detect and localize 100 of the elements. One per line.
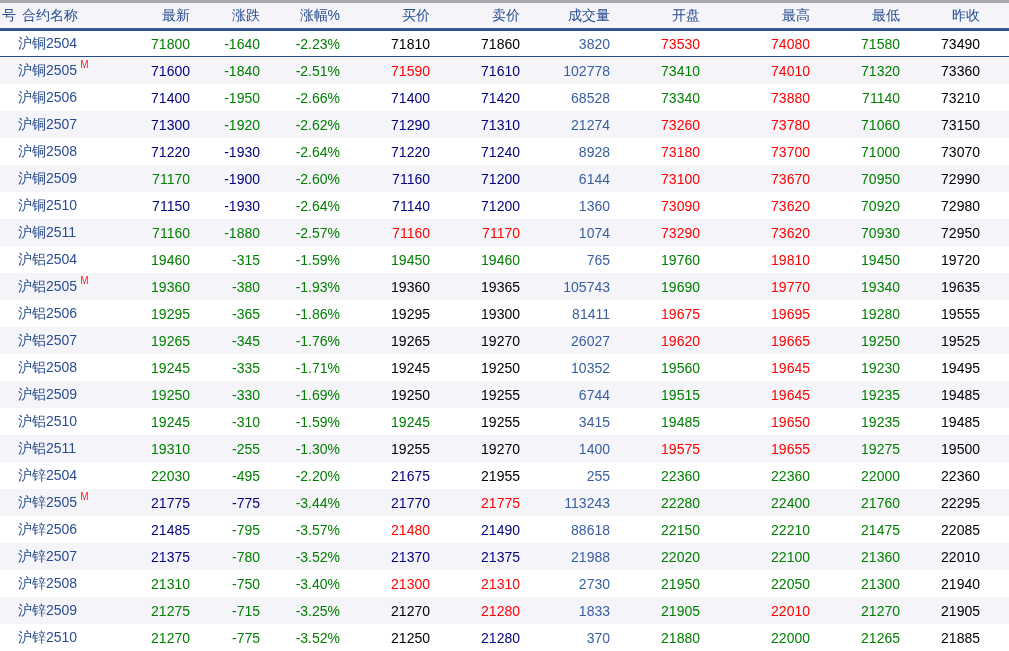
contract-name: 沪铜2505 (18, 61, 78, 80)
column-header[interactable]: 最高 (782, 6, 810, 25)
column-header[interactable]: 涨幅% (299, 6, 340, 25)
table-cell: 21300 (391, 575, 430, 592)
table-row[interactable]: 沪铝2505 M 19360 -380 -1.93% 19360 19365 105743 19690 19770 19340 19635 (0, 273, 1009, 300)
table-cell: 1360 (578, 197, 610, 214)
table-row[interactable]: 沪铜2505 M 71600 -1840 -2.51% 71590 71610 102778 73410 74010 71320 73360 (0, 57, 1009, 84)
table-cell: -380 (231, 278, 260, 295)
contract-name: 沪锌2508 (18, 574, 78, 593)
table-cell: 19650 (771, 413, 810, 430)
table-cell: 73780 (771, 116, 810, 133)
table-cell: 21988 (571, 548, 610, 565)
table-cell: 71310 (481, 116, 520, 133)
table-cell: 1833 (578, 602, 610, 619)
table-cell: -345 (231, 332, 260, 349)
table-cell: 21280 (481, 602, 520, 619)
table-cell: -330 (231, 386, 260, 403)
table-cell: -1.30% (295, 440, 340, 457)
column-header[interactable]: 开盘 (672, 6, 700, 25)
contract-name: 沪锌2504 (18, 466, 78, 485)
table-row[interactable]: 沪铝2509 19250 -330 -1.69% 19250 19255 6744 19515 19645 19235 19485 (0, 381, 1009, 408)
column-header[interactable]: 昨收 (952, 6, 980, 25)
table-row[interactable]: 沪铝2507 19265 -345 -1.76% 19265 19270 26027 19620 19665 19250 19525 (0, 327, 1009, 354)
table-cell: 73700 (771, 143, 810, 160)
table-cell: 22100 (771, 548, 810, 565)
table-cell: 19645 (771, 386, 810, 403)
table-cell: -255 (231, 440, 260, 457)
table-cell: 81411 (572, 305, 610, 322)
table-cell: 72980 (941, 197, 980, 214)
table-cell: 73410 (661, 62, 700, 79)
contract-name: 沪铜2506 (18, 88, 78, 107)
table-cell: 71140 (392, 197, 430, 214)
table-cell: 73260 (661, 116, 700, 133)
table-cell: 71170 (482, 224, 520, 241)
table-cell: -2.62% (295, 116, 340, 133)
table-cell: 21310 (481, 575, 520, 592)
column-header[interactable]: 最低 (872, 6, 900, 25)
table-cell: 22010 (771, 602, 810, 619)
table-row[interactable]: 沪铜2509 71170 -1900 -2.60% 71160 71200 6144 73100 73670 70950 72990 (0, 165, 1009, 192)
table-cell: 19450 (391, 251, 430, 268)
table-cell: -775 (231, 629, 260, 646)
column-header[interactable]: 涨跌 (232, 6, 260, 25)
table-cell: 19495 (941, 359, 980, 376)
table-row[interactable]: 沪锌2509 21275 -715 -3.25% 21270 21280 1833 21905 22010 21270 21905 (0, 597, 1009, 624)
table-cell: 88618 (571, 521, 610, 538)
table-row[interactable]: 沪铜2504 71800 -1640 -2.23% 71810 71860 3820 73530 74080 71580 73490 (0, 30, 1009, 57)
table-cell: 72950 (941, 224, 980, 241)
column-header[interactable]: 合约名称 (16, 6, 78, 25)
table-cell: 21905 (661, 602, 700, 619)
table-cell: 70930 (861, 224, 900, 241)
column-header[interactable]: 买价 (402, 6, 430, 25)
table-cell: 73290 (661, 224, 700, 241)
table-cell: -3.40% (295, 575, 340, 592)
table-cell: 71300 (151, 116, 190, 133)
main-contract-label: M (80, 491, 89, 502)
table-cell: 71160 (392, 170, 430, 187)
table-cell: 21265 (861, 629, 900, 646)
table-cell: -365 (231, 305, 260, 322)
table-cell: -3.57% (295, 521, 340, 538)
table-row[interactable]: 沪铝2511 19310 -255 -1.30% 19255 19270 1400 19575 19655 19275 19500 (0, 435, 1009, 462)
table-cell: 22210 (771, 521, 810, 538)
table-cell: 71220 (391, 143, 430, 160)
contract-name: 沪铝2504 (18, 250, 78, 269)
table-cell: 73180 (661, 143, 700, 160)
table-cell: 71160 (392, 224, 430, 241)
table-cell: 71140 (862, 89, 900, 106)
table-cell: 21275 (151, 602, 190, 619)
table-cell: 22000 (861, 467, 900, 484)
table-cell: 21270 (861, 602, 900, 619)
table-row[interactable]: 沪铜2507 71300 -1920 -2.62% 71290 71310 21274 73260 73780 71060 73150 (0, 111, 1009, 138)
table-cell: -2.20% (295, 467, 340, 484)
table-cell: 22030 (151, 467, 190, 484)
table-cell: 19295 (151, 305, 190, 322)
table-cell: 21485 (151, 521, 190, 538)
table-cell: 21490 (481, 521, 520, 538)
contract-name: 沪锌2510 (18, 628, 78, 647)
table-cell: 19810 (771, 251, 810, 268)
contract-name: 沪铜2509 (18, 169, 78, 188)
table-cell: 71580 (861, 35, 900, 52)
contract-name: 沪铜2511 (18, 223, 77, 242)
table-cell: 19620 (661, 332, 700, 349)
table-row[interactable]: 沪锌2507 21375 -780 -3.52% 21370 21375 21988 22020 22100 21360 22010 (0, 543, 1009, 570)
table-cell: 19295 (391, 305, 430, 322)
table-cell: -1930 (224, 197, 260, 214)
column-header[interactable]: 最新 (162, 6, 190, 25)
table-cell: 21270 (391, 602, 430, 619)
table-row[interactable]: 沪锌2505 M 21775 -775 -3.44% 21770 21775 113243 22280 22400 21760 22295 (0, 489, 1009, 516)
table-cell: 19665 (771, 332, 810, 349)
table-cell: 19485 (941, 413, 980, 430)
table-cell: 19265 (391, 332, 430, 349)
column-header[interactable]: 卖价 (492, 6, 520, 25)
column-header[interactable]: 号 (2, 6, 16, 25)
table-cell: 73530 (661, 35, 700, 52)
table-row[interactable]: 沪铜2511 71160 -1880 -2.57% 71160 71170 1074 73290 73620 70930 72950 (0, 219, 1009, 246)
column-header[interactable]: 成交量 (568, 6, 610, 25)
table-cell: -2.51% (295, 62, 340, 79)
contract-name: 沪铝2506 (18, 304, 78, 323)
table-cell: 71240 (481, 143, 520, 160)
table-cell: 102778 (563, 62, 610, 79)
table-cell: 19310 (151, 440, 190, 457)
